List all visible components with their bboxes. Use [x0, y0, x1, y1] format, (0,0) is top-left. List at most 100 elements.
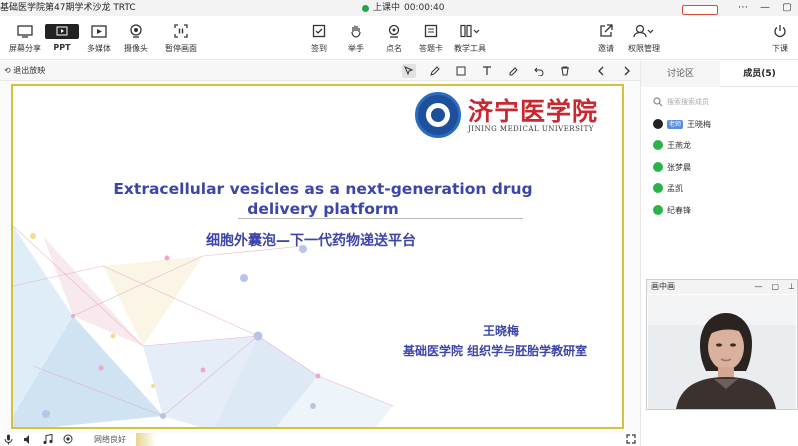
cursor-tool-icon[interactable]	[402, 64, 416, 78]
pip-controls: — ▢ ⊥	[754, 280, 795, 294]
answer-card-label: 答题卡	[419, 44, 443, 53]
permission-label: 权限管理	[628, 44, 660, 53]
live-status: 上课中	[373, 3, 401, 13]
checkin-icon	[312, 24, 326, 38]
pip-header: 画中画 — ▢ ⊥	[647, 280, 797, 294]
wechat-icon	[653, 162, 663, 172]
pip-title: 画中画	[651, 282, 675, 291]
picture-in-picture[interactable]: 画中画 — ▢ ⊥	[646, 279, 798, 410]
member-item[interactable]: 老师 王晓梅	[653, 117, 711, 131]
microphone-icon[interactable]	[4, 434, 13, 445]
answer-card-button[interactable]: 答题卡	[409, 22, 453, 54]
rollcall-icon	[388, 24, 400, 38]
main-toolbar: 屏幕分享 PPT 多媒体 摄像头 暂停画面 签到 举手 点名 答题卡 教学工具 …	[0, 16, 798, 60]
fullscreen-icon[interactable]	[626, 434, 636, 444]
member-item[interactable]: 王燕龙	[653, 138, 691, 152]
search-placeholder: 搜索搜索成员	[667, 98, 709, 106]
teaching-tools-button[interactable]: 教学工具	[448, 22, 492, 54]
member-name: 王晓梅	[687, 119, 712, 129]
member-name: 孟凯	[667, 183, 683, 193]
music-icon[interactable]	[43, 434, 53, 445]
answer-card-icon	[424, 24, 438, 38]
network-status: 网络良好	[94, 435, 126, 444]
next-page-icon[interactable]	[620, 64, 634, 78]
text-tool-icon[interactable]	[480, 64, 494, 78]
slide-department: 基础医学院 组织学与胚胎学教研室	[403, 344, 588, 358]
exit-slideshow-label: 退出放映	[13, 66, 46, 75]
teacher-portrait	[648, 295, 796, 409]
status-bar: 网络良好	[0, 433, 640, 446]
end-class-label: 下课	[772, 44, 788, 53]
exit-slideshow-button[interactable]: ⟲ 退出放映	[4, 61, 45, 81]
member-search-input[interactable]: 搜索搜索成员	[651, 95, 791, 109]
screen-share-icon	[17, 24, 33, 38]
maximize-icon[interactable]: ▢	[776, 0, 798, 16]
slide-author: 王晓梅	[483, 324, 520, 338]
pause-screen-label: 暂停画面	[165, 44, 197, 53]
qq-avatar-icon	[653, 119, 663, 129]
more-icon[interactable]: ⋯	[732, 0, 754, 16]
window-controls: ⋯ — ▢	[682, 0, 798, 16]
title-bar: 基础医学院第47期学术沙龙 TRTC 上课中 00:00:40 ⋯ — ▢	[0, 0, 798, 16]
speaker-icon[interactable]	[23, 434, 33, 445]
prev-page-icon[interactable]	[594, 64, 608, 78]
device-icons	[4, 434, 73, 445]
member-item[interactable]: 纪春锋	[653, 203, 691, 217]
camera-button[interactable]: 摄像头	[114, 22, 158, 54]
eraser-tool-icon[interactable]	[506, 64, 520, 78]
member-role-badge: 老师	[667, 119, 684, 129]
slide-toolbar: ⟲ 退出放映	[0, 61, 640, 81]
tab-members[interactable]: 成员(5)	[720, 61, 798, 87]
teaching-tools-label: 教学工具	[454, 44, 486, 53]
university-logo	[415, 92, 461, 138]
slide: 济宁医学院 JINING MEDICAL UNIVERSITY Extracel…	[11, 84, 624, 429]
camera-label: 摄像头	[124, 44, 148, 53]
pip-pin-icon[interactable]: ⊥	[788, 280, 795, 294]
member-name: 纪春锋	[667, 205, 691, 215]
window-title: 基础医学院第47期学术沙龙 TRTC	[0, 3, 136, 13]
undo-icon[interactable]	[532, 64, 546, 78]
raise-hand-icon	[351, 25, 361, 38]
class-timer: 00:00:40	[404, 3, 445, 13]
end-class-icon	[774, 25, 786, 38]
pip-minimize-icon[interactable]: —	[754, 280, 762, 294]
member-item[interactable]: 孟凯	[653, 181, 683, 195]
exit-icon: ⟲	[4, 66, 11, 75]
pause-screen-button[interactable]: 暂停画面	[159, 22, 203, 54]
signal-indicator	[136, 433, 156, 446]
invite-icon	[600, 24, 613, 37]
live-indicator: 上课中 00:00:40	[362, 0, 444, 16]
slide-title-en: Extracellular vesicles as a next-generat…	[113, 180, 533, 218]
ppt-icon	[56, 26, 68, 36]
pip-restore-icon[interactable]: ▢	[771, 280, 779, 294]
wechat-icon	[653, 183, 663, 193]
feedback-pill[interactable]	[682, 4, 718, 15]
tab-discussion[interactable]: 讨论区	[641, 61, 720, 87]
live-dot-icon	[362, 4, 369, 12]
permission-button[interactable]: 权限管理	[622, 22, 666, 54]
rectangle-tool-icon[interactable]	[454, 64, 468, 78]
member-name: 张梦晨	[667, 162, 691, 172]
pen-tool-icon[interactable]	[428, 64, 442, 78]
trash-icon[interactable]	[558, 64, 572, 78]
camera-status-icon[interactable]	[63, 434, 73, 445]
title-divider	[238, 218, 523, 219]
camera-icon	[130, 24, 142, 38]
drawing-tools	[402, 61, 634, 81]
minimize-icon[interactable]: —	[754, 0, 776, 16]
teacher-video	[648, 295, 796, 409]
panel-tabs: 讨论区 成员(5)	[641, 61, 798, 87]
media-icon	[91, 24, 107, 38]
member-name: 王燕龙	[667, 140, 691, 150]
teaching-tools-icon	[460, 24, 480, 38]
university-name-en: JINING MEDICAL UNIVERSITY	[468, 125, 594, 133]
search-icon	[653, 97, 663, 107]
wechat-icon	[653, 140, 663, 150]
slide-decoration	[13, 225, 394, 427]
university-name-cn: 济宁医学院	[468, 97, 599, 126]
member-item[interactable]: 张梦晨	[653, 160, 691, 174]
pause-screen-icon	[174, 24, 188, 38]
wechat-icon	[653, 205, 663, 215]
permission-icon	[633, 24, 654, 38]
end-class-button[interactable]: 下课	[758, 22, 798, 54]
